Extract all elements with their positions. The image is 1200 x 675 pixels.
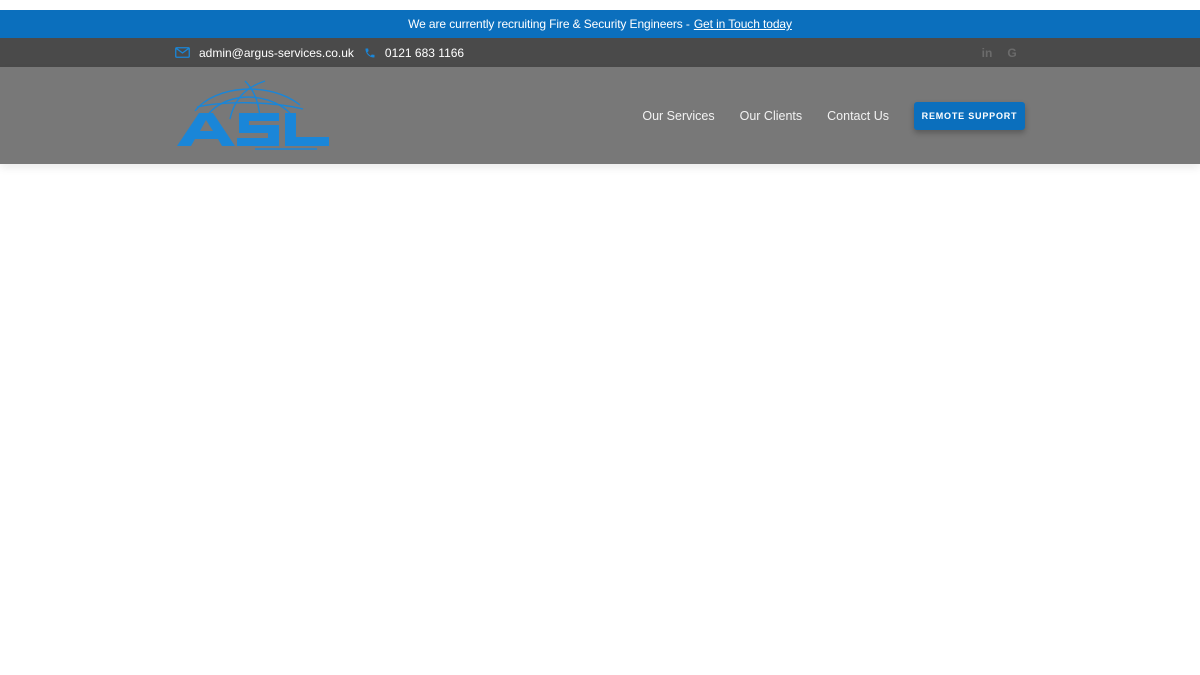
nav-our-services[interactable]: Our Services (642, 109, 714, 123)
envelope-icon (175, 47, 190, 58)
top-gap (0, 0, 1200, 10)
main-nav: Our Services Our Clients Contact Us REMO… (642, 67, 1025, 164)
email-address: admin@argus-services.co.uk (199, 45, 354, 60)
social-links: in G (981, 38, 1018, 67)
announcement-link[interactable]: Get in Touch today (694, 17, 792, 31)
phone-link[interactable]: 0121 683 1166 (364, 46, 464, 60)
nav-contact-us[interactable]: Contact Us (827, 109, 889, 123)
linkedin-icon[interactable]: in (981, 46, 993, 60)
page: We are currently recruiting Fire & Secur… (0, 0, 1200, 675)
asl-letters (177, 113, 329, 146)
email-link[interactable]: admin@argus-services.co.uk (175, 46, 354, 60)
contact-bar: admin@argus-services.co.uk 0121 683 1166… (0, 38, 1200, 67)
site-header: Our Services Our Clients Contact Us REMO… (0, 67, 1200, 164)
announcement-text: We are currently recruiting Fire & Secur… (408, 17, 690, 31)
remote-support-button[interactable]: REMOTE SUPPORT (914, 101, 1025, 130)
contact-info: admin@argus-services.co.uk 0121 683 1166 (175, 38, 464, 67)
main-content (0, 164, 1200, 675)
nav-our-clients[interactable]: Our Clients (740, 109, 803, 123)
phone-number: 0121 683 1166 (384, 45, 465, 60)
asl-logo[interactable] (175, 79, 331, 153)
phone-icon (365, 48, 375, 57)
google-icon[interactable]: G (1006, 46, 1018, 60)
announcement-bar: We are currently recruiting Fire & Secur… (0, 10, 1200, 38)
